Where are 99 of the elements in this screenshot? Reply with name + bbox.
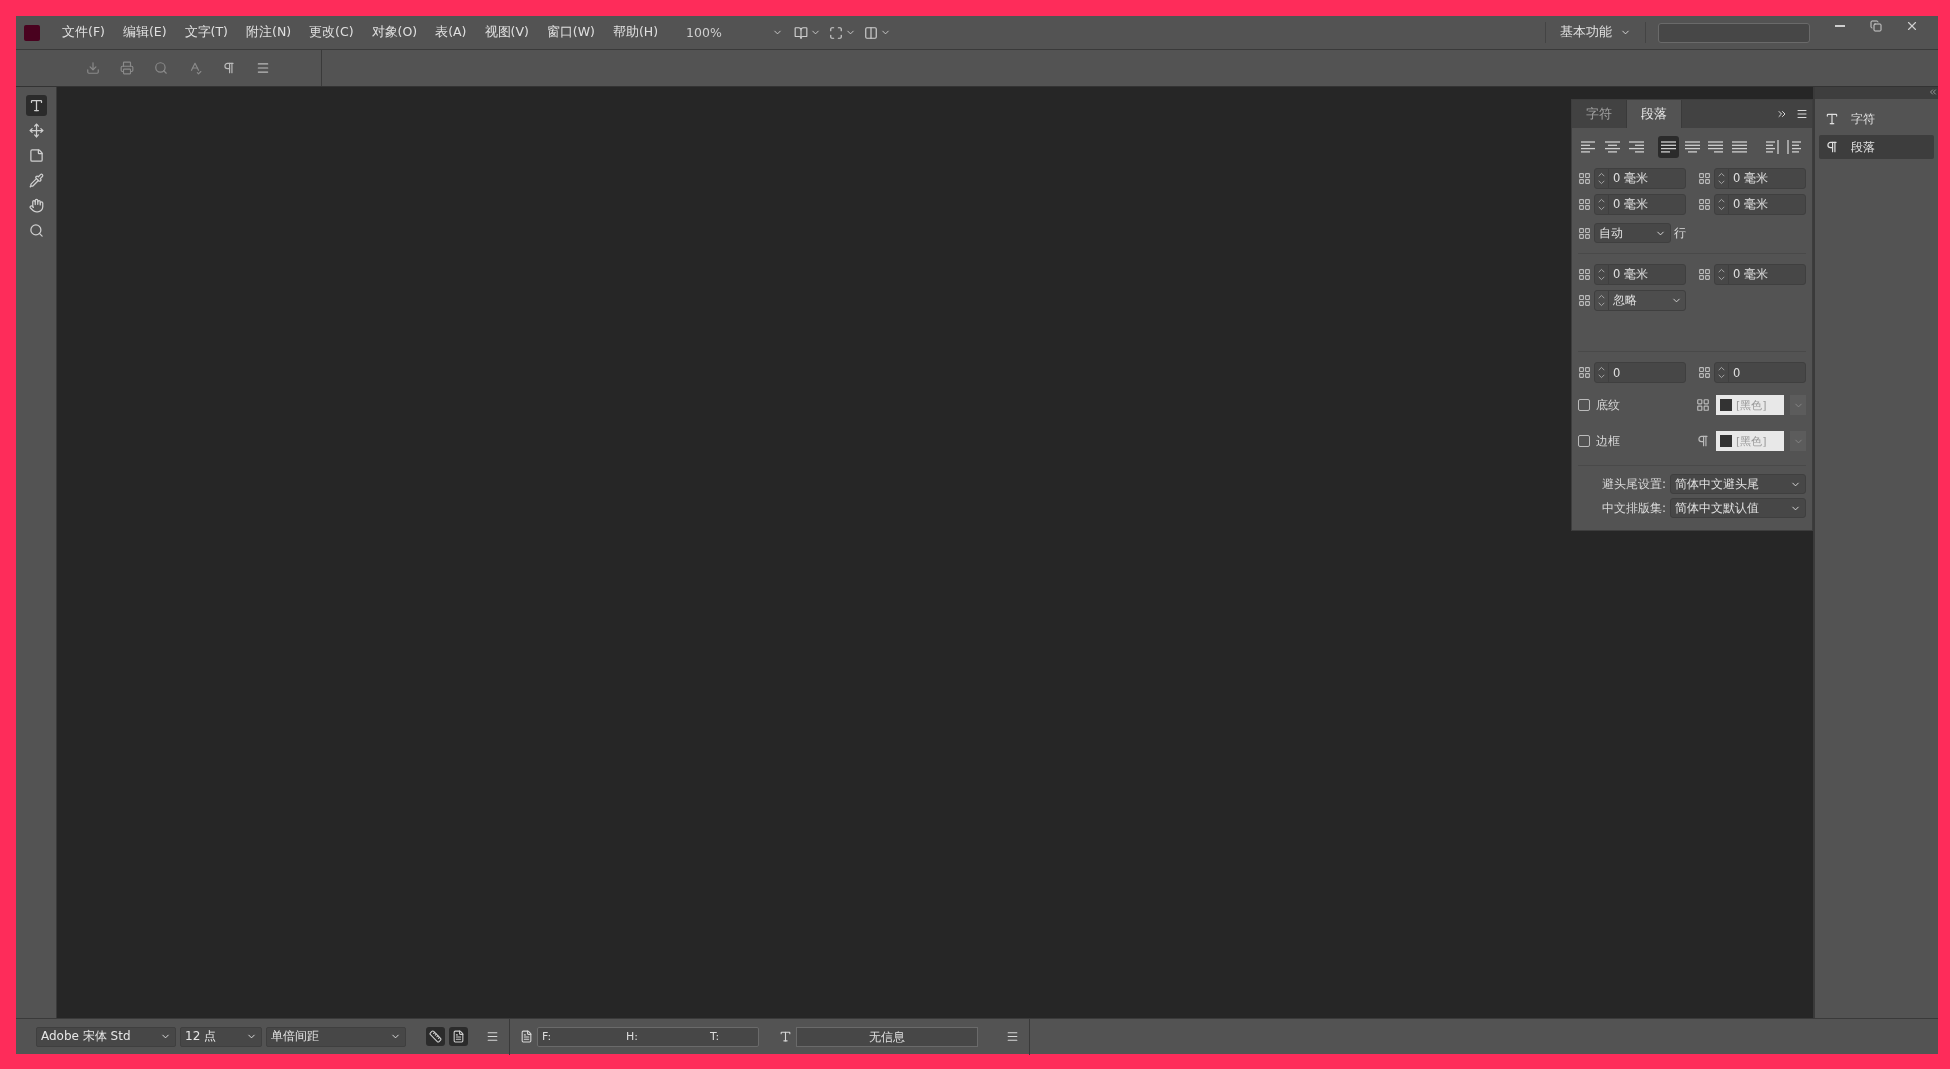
drop-cap-field[interactable]: 0 毫米 xyxy=(1594,264,1686,285)
close-icon xyxy=(1905,19,1919,33)
size-dropdown[interactable]: 12 点 xyxy=(180,1026,262,1047)
frame-icon xyxy=(828,25,843,40)
stepper-icon[interactable] xyxy=(1595,363,1609,382)
align-justify-all-icon xyxy=(1731,140,1749,154)
book-icon xyxy=(793,25,808,40)
search-icon xyxy=(28,223,44,238)
indent-field[interactable]: 0 毫米 xyxy=(1594,194,1686,215)
page-view-button[interactable] xyxy=(449,1027,468,1046)
font-dropdown[interactable]: Adobe 宋体 Std xyxy=(36,1026,176,1047)
stepper-icon[interactable] xyxy=(1595,265,1609,284)
stepper-icon[interactable] xyxy=(1715,363,1729,382)
setting-label: 避头尾设置: xyxy=(1600,475,1666,493)
minus-icon xyxy=(1835,25,1845,27)
align-button[interactable] xyxy=(1657,136,1679,158)
align-toward-spine-icon xyxy=(1763,140,1781,154)
drop-cap-mode-field[interactable]: 忽略 xyxy=(1594,290,1686,311)
type-tool[interactable] xyxy=(25,95,47,116)
print-icon[interactable] xyxy=(120,61,134,75)
setting-dropdown[interactable]: 简体中文默认值 xyxy=(1670,498,1806,518)
dock-item[interactable]: 字符 xyxy=(1819,107,1934,131)
menu-icon[interactable] xyxy=(486,1030,499,1043)
menu-item[interactable]: 编辑(E) xyxy=(114,21,175,44)
stepper-icon[interactable] xyxy=(1595,195,1609,214)
dock-item-label: 段落 xyxy=(1851,138,1875,156)
move-arrows-icon xyxy=(28,123,44,138)
info-label: T: xyxy=(710,1030,721,1043)
color-chip xyxy=(1720,399,1732,411)
spellcheck-icon[interactable] xyxy=(188,61,202,75)
hand-icon xyxy=(28,198,44,213)
info-label: H: xyxy=(626,1030,639,1043)
dock-item-label: 字符 xyxy=(1851,110,1875,128)
stepper-icon[interactable] xyxy=(1595,291,1609,310)
stepper-icon[interactable] xyxy=(1715,169,1729,188)
align-left-icon xyxy=(1579,140,1597,154)
indent-field[interactable]: 0 毫米 xyxy=(1714,168,1806,189)
menu-icon[interactable] xyxy=(1796,108,1808,120)
menu-item[interactable]: 更改(C) xyxy=(301,21,362,44)
indent-field[interactable]: 0 毫米 xyxy=(1714,194,1806,215)
letter-t-icon xyxy=(28,98,44,113)
color-chip xyxy=(1720,435,1732,447)
menu-item[interactable]: 附注(N) xyxy=(238,21,300,44)
stepper-icon[interactable] xyxy=(1715,265,1729,284)
menu-item[interactable]: 文件(F) xyxy=(54,21,113,44)
swatch-name: [黑色] xyxy=(1736,433,1767,449)
grid-align-dropdown[interactable]: 自动 xyxy=(1594,223,1671,243)
checkbox[interactable] xyxy=(1578,435,1590,447)
option-label: 底纹 xyxy=(1596,396,1621,414)
indent-field[interactable]: 0 毫米 xyxy=(1594,168,1686,189)
align-justify-left-icon xyxy=(1659,140,1677,154)
pattern-icon xyxy=(1696,398,1710,412)
spacing-field[interactable]: 0 xyxy=(1714,362,1806,383)
spacing-field[interactable]: 0 xyxy=(1594,362,1686,383)
stepper-icon[interactable] xyxy=(1715,195,1729,214)
pilcrow-icon xyxy=(1696,434,1710,448)
collapse-icon[interactable] xyxy=(1776,108,1788,120)
menu-item[interactable]: 视图(V) xyxy=(476,21,537,44)
zoom-dropdown[interactable]: 100% xyxy=(680,23,789,42)
setting-dropdown[interactable]: 简体中文避头尾 xyxy=(1670,474,1806,494)
drop-cap-field[interactable]: 0 毫米 xyxy=(1714,264,1806,285)
pilcrow-icon[interactable] xyxy=(222,61,236,75)
download-icon[interactable] xyxy=(86,61,100,75)
unit-label: 行 xyxy=(1674,224,1686,242)
columns-icon xyxy=(863,25,878,40)
menu-icon[interactable] xyxy=(1006,1030,1019,1043)
dock-item[interactable]: 段落 xyxy=(1819,135,1934,159)
menu-item[interactable]: 对象(O) xyxy=(363,21,426,44)
menu-item[interactable]: 窗口(W) xyxy=(538,21,603,44)
option-label: 边框 xyxy=(1596,432,1621,450)
document-icon xyxy=(520,1030,533,1043)
ruler-icon xyxy=(429,1030,442,1043)
align-right-icon xyxy=(1627,140,1645,154)
eyedropper-icon xyxy=(28,173,44,188)
stepper-icon[interactable] xyxy=(1595,169,1609,188)
line-numbers-button[interactable] xyxy=(426,1027,445,1046)
page-icon xyxy=(452,1030,465,1043)
align-justify-center-icon xyxy=(1683,140,1701,154)
menu-item[interactable]: 文字(T) xyxy=(176,21,236,44)
menu-item[interactable]: 表(A) xyxy=(427,21,475,44)
type-icon xyxy=(779,1030,792,1043)
restore-icon xyxy=(1870,20,1882,32)
align-justify-right-icon xyxy=(1707,140,1725,154)
setting-label: 中文排版集: xyxy=(1600,499,1666,517)
search-field[interactable] xyxy=(1658,22,1810,43)
leading-dropdown[interactable]: 单倍间距 xyxy=(266,1026,406,1047)
info-box: 无信息 xyxy=(796,1026,978,1047)
info-label: F: xyxy=(542,1030,553,1043)
menu-icon[interactable] xyxy=(256,61,270,75)
panel-tab[interactable]: 段落 xyxy=(1627,100,1682,128)
align-center-icon xyxy=(1603,140,1621,154)
note-icon xyxy=(28,148,44,163)
swatch-name: [黑色] xyxy=(1736,397,1767,413)
workspace-dropdown[interactable]: 基本功能 xyxy=(1545,22,1646,43)
app-logo xyxy=(24,24,40,41)
pilcrow-icon xyxy=(1825,140,1839,154)
expand-icon[interactable] xyxy=(1928,87,1938,97)
menu-item[interactable]: 帮助(H) xyxy=(604,21,667,44)
checkbox[interactable] xyxy=(1578,399,1590,411)
